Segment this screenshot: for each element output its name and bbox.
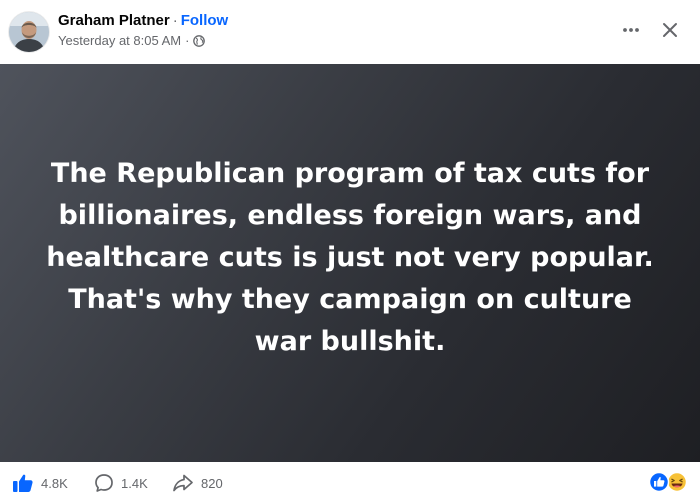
comment-icon xyxy=(95,474,113,492)
post-meta: Yesterday at 8:05 AM · xyxy=(58,33,206,49)
post-header: Graham Platner · Follow Yesterday at 8:05 … xyxy=(0,0,700,64)
comment-button[interactable]: 1.4K xyxy=(94,472,148,494)
share-count: 820 xyxy=(201,475,223,491)
post-footer: 4.8K 1.4K 820 xyxy=(0,462,700,503)
post-text: The Republican program of tax cuts for b… xyxy=(46,158,654,357)
share-button[interactable]: 820 xyxy=(172,472,223,494)
ellipsis-icon xyxy=(623,28,639,32)
like-reaction-icon xyxy=(648,471,670,493)
post-timestamp[interactable]: Yesterday at 8:05 AM xyxy=(58,33,181,49)
thumbs-up-icon xyxy=(13,474,33,492)
more-options-button[interactable] xyxy=(616,16,646,44)
comment-count: 1.4K xyxy=(121,475,148,491)
close-button[interactable] xyxy=(656,16,684,44)
follow-button[interactable]: Follow xyxy=(181,12,229,29)
reaction-summary[interactable] xyxy=(648,471,690,493)
like-count: 4.8K xyxy=(41,475,68,491)
author-name[interactable]: Graham Platner xyxy=(58,12,170,29)
meta-separator: · xyxy=(185,33,190,48)
share-icon xyxy=(173,474,193,492)
globe-icon[interactable] xyxy=(193,35,206,47)
like-button[interactable]: 4.8K xyxy=(12,472,68,494)
close-icon xyxy=(663,23,677,37)
haha-reaction-icon xyxy=(666,471,688,493)
author-line: Graham Platner · Follow xyxy=(58,12,228,30)
author-avatar[interactable] xyxy=(9,12,49,52)
post-background: The Republican program of tax cuts for b… xyxy=(0,64,700,462)
name-separator: · xyxy=(172,12,178,29)
